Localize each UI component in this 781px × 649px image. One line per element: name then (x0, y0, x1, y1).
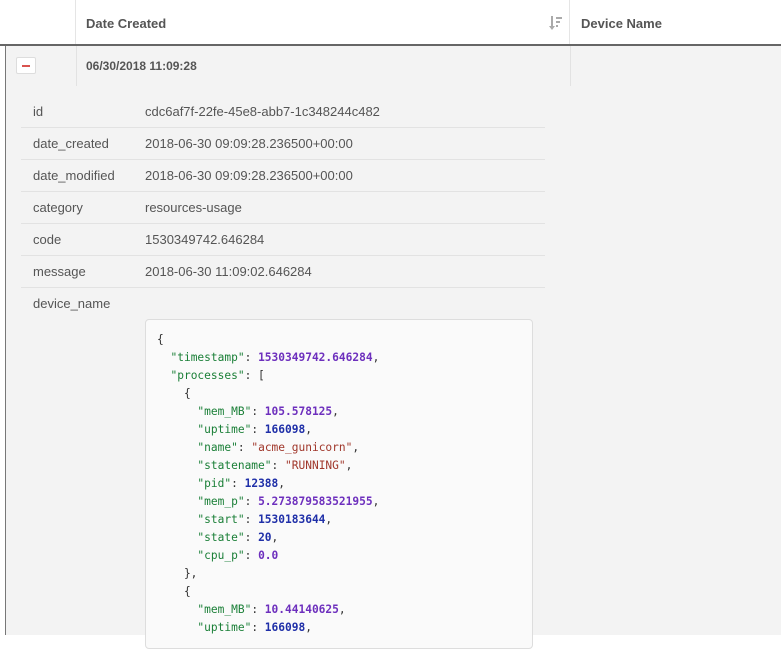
json-state: 20 (258, 531, 272, 544)
json-mem-mb: 105.578125 (264, 405, 333, 418)
date-created-value: 06/30/2018 11:09:28 (86, 59, 197, 73)
header-date-created[interactable]: Date Created (76, 0, 570, 44)
detail-row-code: code 1530349742.646284 (21, 224, 545, 256)
sort-descending-icon[interactable] (549, 15, 563, 31)
detail-row-message: message 2018-06-30 11:09:02.646284 (21, 256, 545, 288)
json-mem-p: 5.273879583521955 (258, 495, 373, 508)
header-expand-column (0, 0, 76, 44)
json-pid: 12388 (244, 477, 279, 490)
detail-row-device-name: device_name (21, 288, 545, 319)
detail-value: 1530349742.646284 (145, 232, 265, 247)
json-mem-mb-2: 10.44140625 (264, 603, 339, 616)
json-cpu-p: 0.0 (258, 549, 279, 562)
json-payload: { "timestamp": 1530349742.646284, "proce… (157, 333, 380, 634)
detail-value: 2018-06-30 09:09:28.236500+00:00 (145, 168, 353, 183)
detail-key: device_name (33, 296, 111, 311)
expanded-row: 06/30/2018 11:09:28 id cdc6af7f-22fe-45e… (5, 46, 781, 649)
json-name: acme_gunicorn (258, 441, 346, 454)
detail-key: id (33, 104, 44, 119)
json-statename: RUNNING (291, 459, 339, 472)
json-uptime: 166098 (264, 423, 306, 436)
minus-icon (22, 65, 30, 67)
detail-key: date_created (33, 136, 109, 151)
details-table: id cdc6af7f-22fe-45e8-abb7-1c348244c482 … (21, 96, 545, 319)
detail-key: date_modified (33, 168, 115, 183)
detail-value: cdc6af7f-22fe-45e8-abb7-1c348244c482 (145, 104, 380, 119)
header-date-created-label: Date Created (86, 16, 167, 31)
json-uptime-2: 166098 (264, 621, 306, 634)
table-row: 06/30/2018 11:09:28 (6, 46, 781, 86)
expand-cell (6, 46, 77, 86)
detail-value: 2018-06-30 09:09:28.236500+00:00 (145, 136, 353, 151)
detail-key: code (33, 232, 62, 247)
detail-row-id: id cdc6af7f-22fe-45e8-abb7-1c348244c482 (21, 96, 545, 128)
header-device-name-label: Device Name (581, 16, 662, 31)
detail-key: message (33, 264, 86, 279)
collapse-button[interactable] (16, 57, 36, 74)
detail-row-date-modified: date_modified 2018-06-30 09:09:28.236500… (21, 160, 545, 192)
detail-value: 2018-06-30 11:09:02.646284 (145, 264, 312, 279)
header-device-name[interactable]: Device Name (570, 0, 781, 44)
detail-row-category: category resources-usage (21, 192, 545, 224)
json-payload-box[interactable]: { "timestamp": 1530349742.646284, "proce… (145, 319, 533, 649)
json-start: 1530183644 (258, 513, 326, 526)
detail-row-date-created: date_created 2018-06-30 09:09:28.236500+… (21, 128, 545, 160)
detail-value: resources-usage (145, 200, 242, 215)
date-cell: 06/30/2018 11:09:28 (76, 46, 571, 86)
json-timestamp: 1530349742.646284 (258, 351, 373, 364)
table-header: Date Created Device Name (0, 0, 781, 46)
detail-key: category (33, 200, 83, 215)
